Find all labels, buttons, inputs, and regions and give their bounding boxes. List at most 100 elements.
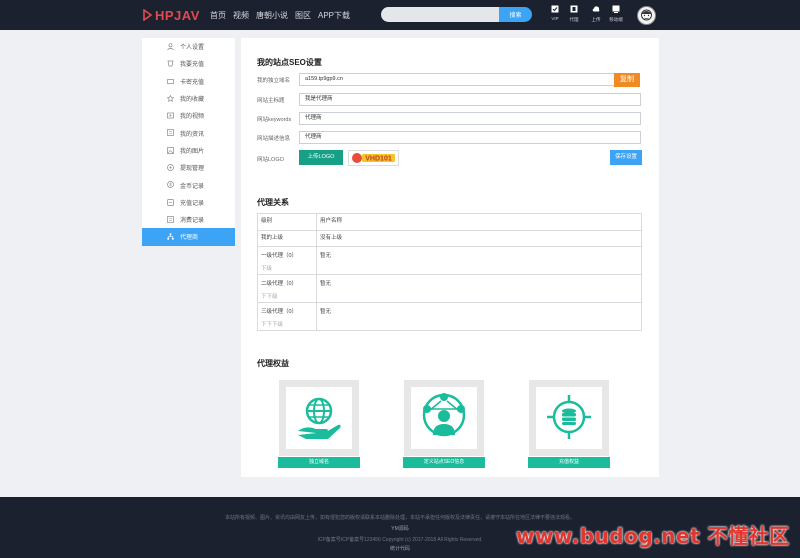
sidebar-item-label: 我的视频 [180,114,205,121]
upload-link[interactable]: 上传 [586,5,606,27]
card-label[interactable]: 定义站点SEO信息 [403,457,485,468]
star-icon [167,94,174,102]
description-label: 网站描述信息 [257,136,291,142]
copy-button[interactable]: 复制 [614,73,640,87]
save-settings-button[interactable]: 保存设置 [610,150,642,165]
watermark-text: www.budog.net 不懂社区 [516,524,790,548]
sidebar-item[interactable]: 卡密充值 [142,73,235,90]
row-name: 没有上级 [316,230,642,247]
domain-label: 我的独立域名 [257,78,291,84]
benefit-card-recharge: 充值权益 [528,380,610,468]
row-sub-text: 下级 [261,266,273,272]
top-navbar: HPJAV 首页 视频 唐朝小说 图区 APP下载 搜索 VIP 代理 上传 移… [0,0,800,30]
vip-link[interactable]: VIP [545,5,565,27]
row-level-text: 二级代理（0） [261,281,298,287]
table-header-level: 级别 [257,213,317,231]
nav-gallery[interactable]: 图区 [295,10,311,21]
coin-icon: $ [167,181,174,189]
table-row: 三级代理（0） 下下下级 暂无 [257,302,642,331]
mobile-label: 移动端 [609,17,623,23]
sidebar-item[interactable]: 我要充值 [142,55,235,72]
card-label[interactable]: 独立域名 [278,457,360,468]
benefits-section-title: 代理权益 [257,359,289,368]
search-input[interactable] [381,7,501,22]
agent-link[interactable]: 代理 [564,5,584,27]
seo-section-title: 我的站点SEO设置 [257,58,322,67]
sidebar-item-label: 我的资讯 [180,131,205,138]
image-icon [167,146,174,154]
user-icon [167,43,174,50]
search-button[interactable]: 搜索 [499,7,532,22]
sidebar-item[interactable]: 我的收藏 [142,90,235,107]
row-name: 暂无 [316,274,642,303]
sidebar-item[interactable]: 充值记录 [142,194,235,211]
card-frame [404,380,484,456]
row-name: 暂无 [316,246,642,275]
mobile-icon [612,5,620,13]
description-row: 网站描述信息 代理商 [257,131,642,144]
sidebar-item-label: 金币记录 [180,183,205,190]
sidebar-item-label: 代理商 [180,235,199,242]
sidebar-item[interactable]: 个人设置 [142,38,235,55]
nav-video[interactable]: 视频 [233,10,249,21]
benefit-card-domain: 独立域名 [278,380,360,468]
globe-hand-icon [298,397,341,439]
row-level-text: 一级代理（0） [261,253,298,259]
consume-icon [167,216,174,223]
site-title-field[interactable]: 我是代理商 [299,93,641,106]
sidebar-item[interactable]: 我的资讯 [142,124,235,141]
logo-preview-image: VHD101 [352,153,395,163]
nav-app-download[interactable]: APP下载 [318,10,350,21]
sidebar-item[interactable]: 代理商 [142,228,235,246]
sidebar-item[interactable]: 消费记录 [142,211,235,228]
sidebar-item[interactable]: 我的视频 [142,107,235,124]
sidebar-item-label: 我的图片 [180,148,205,155]
sidebar-item[interactable]: $ 金币记录 [142,176,235,193]
logo-label: 网站LOGO [257,157,284,163]
card-icon [167,78,174,84]
table-row: 一级代理（0） 下级 暂无 [257,246,642,275]
logo-preview: VHD101 [348,150,399,166]
sidebar-item-label: 消费记录 [180,218,205,225]
domain-field[interactable]: a159.tp9gp9.cn [299,73,630,86]
logo-preview-text: VHD101 [365,156,392,163]
sidebar-item[interactable]: 我的图片 [142,142,235,159]
upload-logo-button[interactable]: 上传LOGO [299,150,343,165]
row-name: 暂无 [316,302,642,331]
benefit-card-seo: 定义站点SEO信息 [403,380,485,468]
agent-label: 代理 [569,17,579,23]
sidebar: 个人设置我要充值卡密充值我的收藏我的视频我的资讯我的图片提现管理 $ 金币记录充值记… [142,38,235,246]
description-field[interactable]: 代理商 [299,131,641,144]
card-inner [286,387,352,449]
domain-row: 我的独立域名 a159.tp9gp9.cn [257,73,642,86]
search-box: 搜索 [381,7,532,22]
agent-relations-table: 级别 用户名称 我的上级 没有上级 一级代理（0） 下级 暂无 二级代理（0） 下下… [257,213,642,331]
nav-novel[interactable]: 唐朝小说 [256,10,288,21]
row-level-text: 我的上级 [261,235,284,241]
table-row: 二级代理（0） 下下级 暂无 [257,274,642,303]
sidebar-item[interactable]: 提现管理 [142,159,235,176]
agent-tree-icon [167,233,174,241]
vip-label: VIP [551,16,559,22]
avatar[interactable] [637,6,656,25]
row-level-text: 三级代理（0） [261,309,298,315]
network-user-icon [422,393,466,437]
sidebar-item-label: 提现管理 [180,166,205,173]
svg-text:$: $ [169,183,172,188]
main-nav: 首页 视频 唐朝小说 图区 APP下载 [210,10,350,21]
nav-home[interactable]: 首页 [210,10,226,21]
row-sub-text: 下下级 [261,294,278,300]
card-label[interactable]: 充值权益 [528,457,610,468]
vip-icon [551,5,559,13]
keywords-field[interactable]: 代理商 [299,112,641,125]
sidebar-item-label: 个人设置 [180,45,205,52]
sidebar-item-label: 充值记录 [180,200,205,207]
table-header-username: 用户名称 [316,213,642,231]
sidebar-item-label: 我的收藏 [180,97,205,104]
news-icon [167,129,174,137]
card-inner [536,387,602,449]
sidebar-item-label: 卡密充值 [180,79,205,86]
site-logo[interactable]: HPJAV [143,8,200,23]
avatar-face-icon [641,9,652,21]
mobile-link[interactable]: 移动端 [606,5,626,27]
